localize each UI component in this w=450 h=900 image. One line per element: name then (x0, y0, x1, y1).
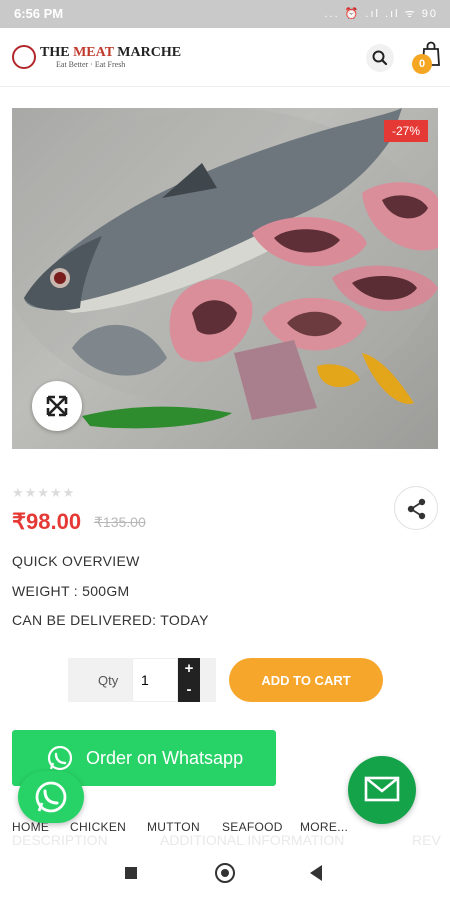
weight-text: WEIGHT : 500GM (12, 583, 130, 599)
status-icons: ... ⏰ .ıl .ıl ᯤ 90 (324, 8, 438, 20)
status-time: 6:56 PM (14, 6, 64, 21)
nav-item-more[interactable]: MORE... (300, 820, 348, 834)
product-image[interactable]: -27% (12, 108, 438, 449)
qty-minus-button[interactable]: - (178, 680, 200, 702)
android-nav-bar (0, 850, 450, 900)
nav-item-seafood[interactable]: SEAFOOD (222, 820, 283, 834)
current-price: ₹98.00 (12, 509, 82, 534)
search-icon (372, 50, 388, 66)
nav-item-mutton[interactable]: MUTTON (147, 820, 200, 834)
expand-icon (46, 395, 68, 417)
home-icon[interactable] (215, 863, 235, 883)
qty-input[interactable] (132, 658, 178, 702)
zoom-button[interactable] (32, 381, 82, 431)
brand-name: THE MEAT MARCHE (40, 45, 182, 60)
cart-button[interactable]: 0 (412, 40, 440, 74)
search-button[interactable] (366, 44, 394, 72)
qty-plus-button[interactable]: + (178, 658, 200, 680)
discount-badge: -27% (383, 120, 428, 142)
brand-logo[interactable]: THE MEAT MARCHE Eat Better · Eat Fresh (12, 42, 181, 72)
whatsapp-floating-button[interactable] (18, 771, 84, 823)
delivery-text: CAN BE DELIVERED: TODAY (12, 612, 209, 628)
cart-count-badge: 0 (412, 54, 432, 74)
original-price: ₹135.00 (94, 514, 146, 530)
recent-apps-icon[interactable] (125, 867, 137, 879)
whatsapp-icon (35, 781, 67, 813)
app-header: THE MEAT MARCHE Eat Better · Eat Fresh 0 (0, 28, 450, 87)
mail-icon (364, 776, 400, 802)
share-button[interactable] (394, 486, 438, 530)
whatsapp-order-label: Order on Whatsapp (86, 748, 244, 768)
back-icon[interactable] (310, 865, 322, 881)
quantity-stepper: Qty + - (68, 658, 216, 702)
quick-overview-heading: QUICK OVERVIEW (12, 553, 140, 569)
mail-floating-button[interactable] (348, 756, 416, 824)
logo-badge-icon (12, 45, 36, 69)
share-icon (407, 498, 426, 520)
rating-stars: ★★★★★ (12, 485, 76, 500)
status-bar: 6:56 PM ... ⏰ .ıl .ıl ᯤ 90 (0, 0, 450, 28)
qty-label: Qty (98, 673, 119, 688)
brand-tagline: Eat Better · Eat Fresh (56, 60, 126, 69)
whatsapp-icon (47, 745, 73, 771)
add-to-cart-button[interactable]: ADD TO CART (229, 658, 383, 702)
